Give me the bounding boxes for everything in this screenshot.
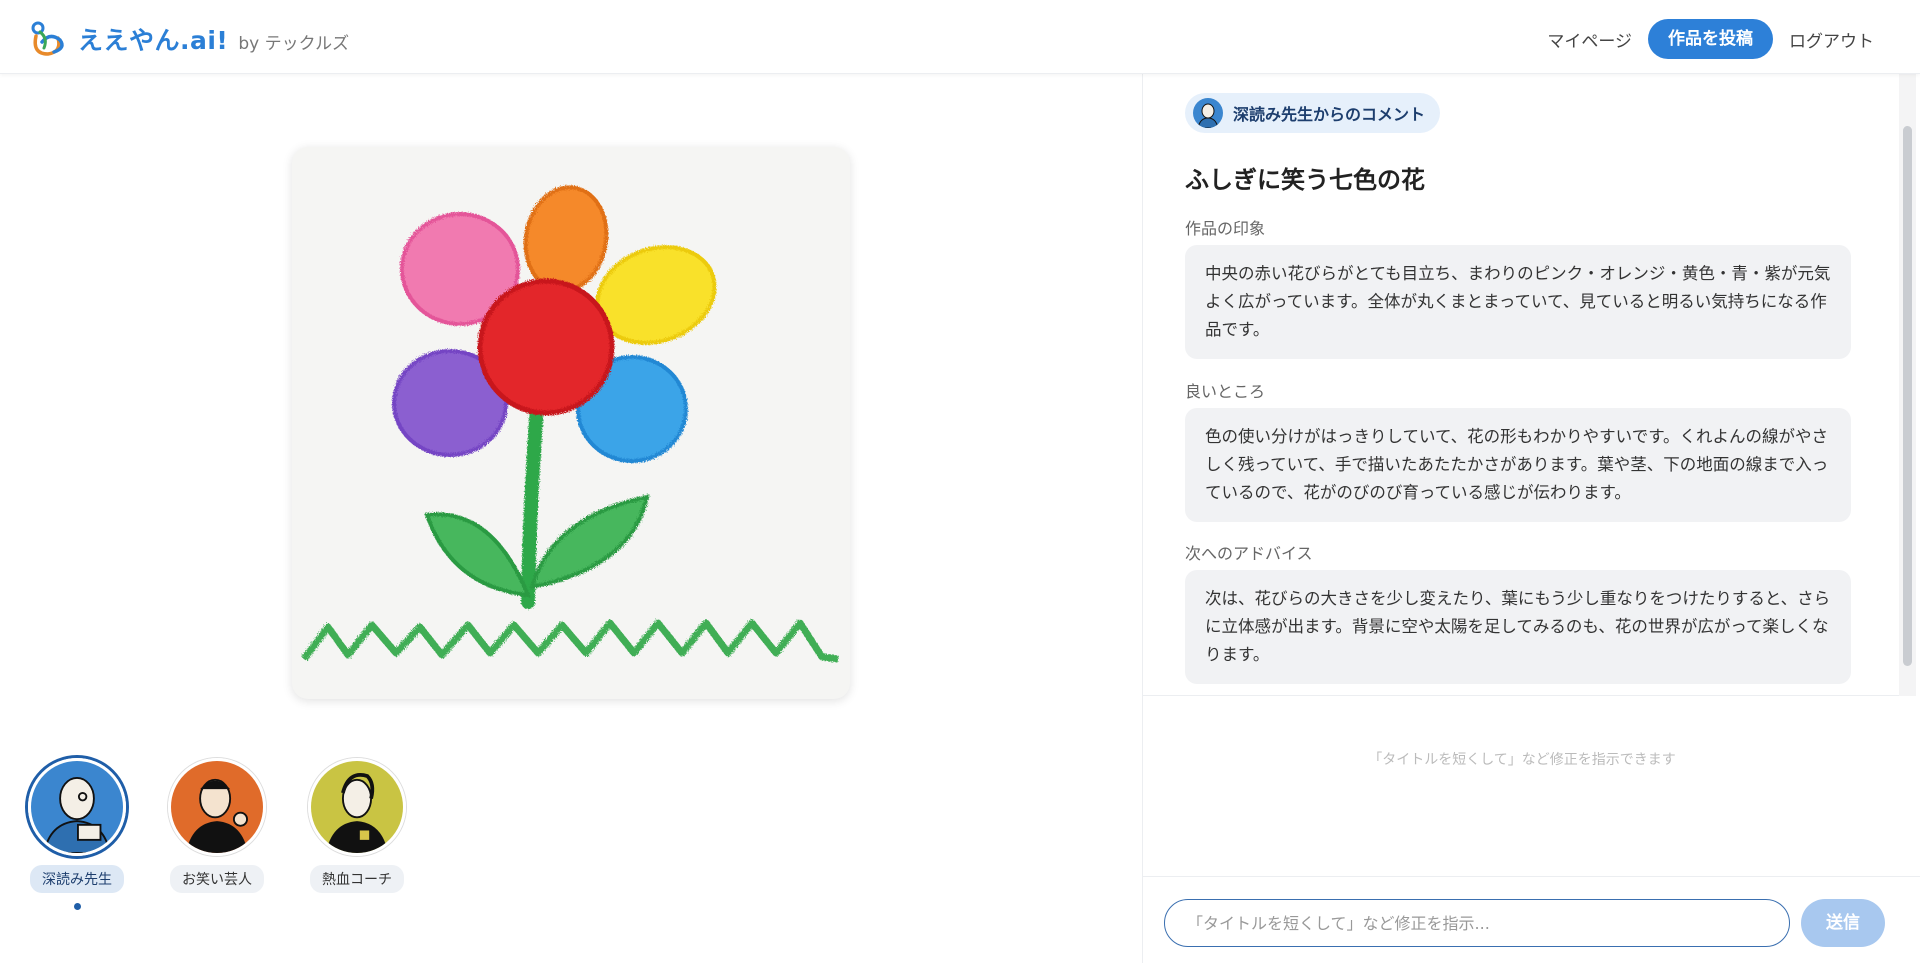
impression-label: 作品の印象 — [1185, 219, 1266, 238]
chat-bar: 送信 — [1143, 876, 1920, 963]
advice-label: 次へのアドバイス — [1185, 544, 1313, 563]
impression-text: 中央の赤い花びらがとても目立ち、まわりのピンク・オレンジ・黄色・青・紫が元気よく… — [1185, 245, 1851, 359]
persona-label: 深読み先生 — [30, 865, 124, 893]
comedian-avatar-icon[interactable] — [168, 758, 266, 856]
persona-selector: 深読み先生 お笑い芸人 熱血コーチ — [24, 758, 444, 910]
app-header: ええやん.ai! by テックルズ マイページ 作品を投稿 ログアウト — [0, 0, 1920, 74]
flower-drawing — [301, 185, 839, 663]
comment-author-badge: 深読み先生からのコメント — [1185, 93, 1441, 133]
teacher-avatar-icon[interactable] — [28, 758, 126, 856]
badge-text: 深読み先生からのコメント — [1233, 105, 1426, 124]
work-title: ふしぎに笑う七色の花 — [1185, 166, 1425, 194]
strengths-text: 色の使い分けがはっきりしていて、花の形もわかりやすいです。くれよんの線がやさしく… — [1185, 408, 1851, 522]
logo-mark-icon — [31, 21, 64, 56]
header-nav: マイページ 作品を投稿 ログアウト — [1531, 19, 1874, 59]
scrollbar-thumb[interactable] — [1903, 126, 1912, 666]
chat-hint: 「タイトルを短くして」など修正を指示できます — [1368, 752, 1676, 768]
logo[interactable]: ええやん.ai! by テックルズ — [28, 18, 349, 60]
revision-input[interactable] — [1164, 899, 1790, 947]
persona-label: お笑い芸人 — [170, 865, 264, 893]
coach-avatar-icon[interactable] — [308, 758, 406, 856]
send-button[interactable]: 送信 — [1801, 899, 1885, 947]
teacher-avatar-icon — [1193, 98, 1223, 128]
persona-teacher[interactable]: 深読み先生 — [24, 758, 130, 910]
advice-text: 次は、花びらの大きさを少し変えたり、葉にもう少し重なりをつけたりすると、さらに立… — [1185, 570, 1851, 684]
persona-label: 熱血コーチ — [310, 865, 404, 893]
logo-byline: by テックルズ — [238, 33, 350, 54]
persona-coach[interactable]: 熱血コーチ — [304, 758, 410, 910]
strengths-label: 良いところ — [1185, 382, 1266, 401]
active-indicator — [73, 903, 81, 910]
comment-scroll-area[interactable]: 深読み先生からのコメント ふしぎに笑う七色の花 作品の印象 中央の赤い花びらがと… — [1143, 74, 1901, 696]
mypage-link[interactable]: マイページ — [1547, 27, 1632, 52]
post-work-button[interactable]: 作品を投稿 — [1648, 19, 1773, 59]
comment-pane: 深読み先生からのコメント ふしぎに笑う七色の花 作品の印象 中央の赤い花びらがと… — [1142, 74, 1920, 963]
logout-link[interactable]: ログアウト — [1789, 27, 1874, 52]
artwork-pane: 深読み先生 お笑い芸人 熱血コーチ — [0, 74, 1142, 963]
artwork-image — [292, 147, 850, 699]
persona-comedian[interactable]: お笑い芸人 — [164, 758, 270, 910]
logo-text: ええやん.ai! — [78, 26, 229, 55]
